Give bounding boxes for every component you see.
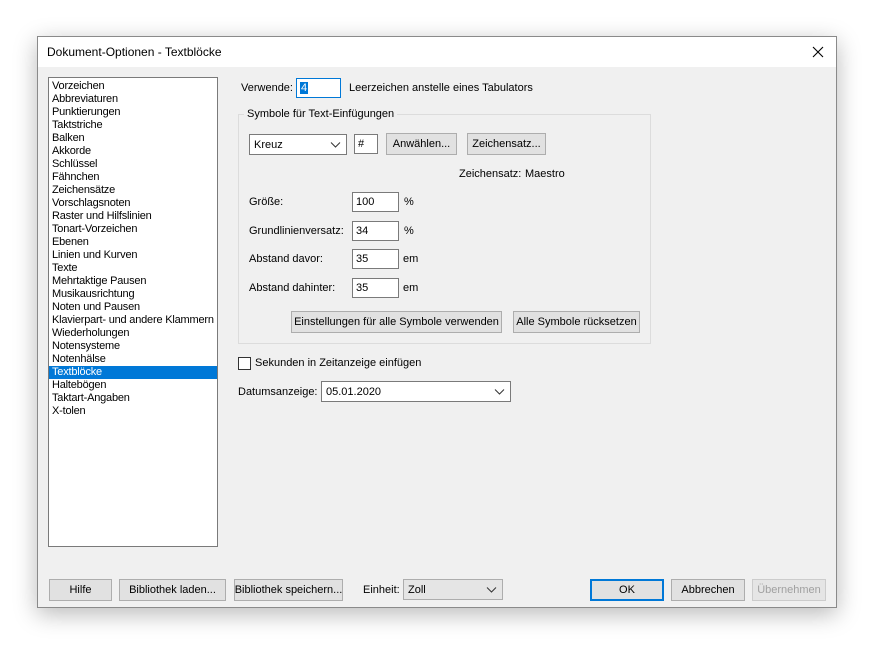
- list-item[interactable]: Klavierpart- und andere Klammern: [49, 314, 217, 327]
- symbol-select-value: Kreuz: [254, 138, 283, 151]
- dialog-title: Dokument-Optionen - Textblöcke: [47, 45, 222, 59]
- list-item[interactable]: Taktstriche: [49, 119, 217, 132]
- list-item[interactable]: X-tolen: [49, 405, 217, 418]
- cancel-button[interactable]: Abbrechen: [671, 579, 745, 601]
- list-item[interactable]: Punktierungen: [49, 106, 217, 119]
- space-after-label: Abstand dahinter:: [249, 282, 336, 294]
- ok-button[interactable]: OK: [590, 579, 664, 601]
- chevron-down-icon: [486, 587, 497, 593]
- baseline-unit: %: [404, 225, 414, 237]
- list-item[interactable]: Wiederholungen: [49, 327, 217, 340]
- space-before-label: Abstand davor:: [249, 253, 323, 265]
- chevron-down-icon: [330, 142, 341, 148]
- charset-value: Maestro: [525, 168, 565, 180]
- list-item[interactable]: Zeichensätze: [49, 184, 217, 197]
- charset-label: Zeichensatz:: [459, 168, 522, 180]
- list-item[interactable]: Balken: [49, 132, 217, 145]
- list-item[interactable]: Notenhälse: [49, 353, 217, 366]
- list-item[interactable]: Texte: [49, 262, 217, 275]
- chevron-down-icon: [494, 389, 505, 395]
- unit-select[interactable]: Zoll: [403, 579, 503, 600]
- date-format-value: 05.01.2020: [326, 385, 382, 398]
- seconds-checkbox-label[interactable]: Sekunden in Zeitanzeige einfügen: [255, 357, 421, 369]
- charset-button[interactable]: Zeichensatz...: [467, 133, 546, 155]
- list-item[interactable]: Raster und Hilfslinien: [49, 210, 217, 223]
- list-item[interactable]: Notensysteme: [49, 340, 217, 353]
- unit-select-value: Zoll: [408, 583, 426, 596]
- help-button[interactable]: Hilfe: [49, 579, 112, 601]
- space-before-unit: em: [403, 253, 419, 265]
- category-list[interactable]: Vorzeichen Abbreviaturen Punktierungen Takt…: [48, 77, 218, 547]
- list-item[interactable]: Musikausrichtung: [49, 288, 217, 301]
- size-label: Größe:: [249, 196, 284, 208]
- save-library-button[interactable]: Bibliothek speichern...: [234, 579, 343, 601]
- baseline-input[interactable]: 34: [352, 221, 399, 241]
- tab-spaces-input[interactable]: 4: [296, 78, 341, 98]
- list-item[interactable]: Akkorde: [49, 145, 217, 158]
- date-label: Datumsanzeige:: [238, 386, 318, 398]
- list-item[interactable]: Textblöcke: [49, 366, 217, 379]
- date-format-select[interactable]: 05.01.2020: [321, 381, 511, 402]
- symbol-select[interactable]: Kreuz: [249, 134, 347, 155]
- seconds-checkbox[interactable]: [238, 357, 251, 370]
- reset-all-symbols-button[interactable]: Alle Symbole rücksetzen: [513, 311, 640, 333]
- baseline-label: Grundlinienversatz:: [249, 225, 344, 237]
- list-item[interactable]: Linien und Kurven: [49, 249, 217, 262]
- close-button[interactable]: [800, 37, 836, 67]
- close-icon: [812, 46, 824, 58]
- list-item[interactable]: Mehrtaktige Pausen: [49, 275, 217, 288]
- space-before-input[interactable]: 35: [352, 249, 399, 269]
- symbols-group-title: Symbole für Text-Einfügungen: [244, 108, 398, 120]
- verwende-suffix-label: Leerzeichen anstelle eines Tabulators: [349, 82, 533, 94]
- list-item[interactable]: Schlüssel: [49, 158, 217, 171]
- symbol-char-input[interactable]: #: [354, 134, 378, 154]
- size-input[interactable]: 100: [352, 192, 399, 212]
- list-item[interactable]: Noten und Pausen: [49, 301, 217, 314]
- document-options-dialog: Dokument-Optionen - Textblöcke Vorzeiche…: [37, 36, 837, 608]
- list-item[interactable]: Vorzeichen: [49, 80, 217, 93]
- list-item[interactable]: Taktart-Angaben: [49, 392, 217, 405]
- titlebar: Dokument-Optionen - Textblöcke: [38, 37, 836, 67]
- list-item[interactable]: Vorschlagsnoten: [49, 197, 217, 210]
- space-after-unit: em: [403, 282, 419, 294]
- list-item[interactable]: Abbreviaturen: [49, 93, 217, 106]
- select-symbol-button[interactable]: Anwählen...: [386, 133, 457, 155]
- verwende-label: Verwende:: [241, 82, 293, 94]
- list-item[interactable]: Ebenen: [49, 236, 217, 249]
- list-item[interactable]: Tonart-Vorzeichen: [49, 223, 217, 236]
- space-after-input[interactable]: 35: [352, 278, 399, 298]
- size-unit: %: [404, 196, 414, 208]
- unit-label: Einheit:: [363, 584, 400, 596]
- load-library-button[interactable]: Bibliothek laden...: [119, 579, 226, 601]
- apply-button[interactable]: Übernehmen: [752, 579, 826, 601]
- apply-all-symbols-button[interactable]: Einstellungen für alle Symbole verwenden: [291, 311, 502, 333]
- list-item[interactable]: Fähnchen: [49, 171, 217, 184]
- list-item[interactable]: Haltebögen: [49, 379, 217, 392]
